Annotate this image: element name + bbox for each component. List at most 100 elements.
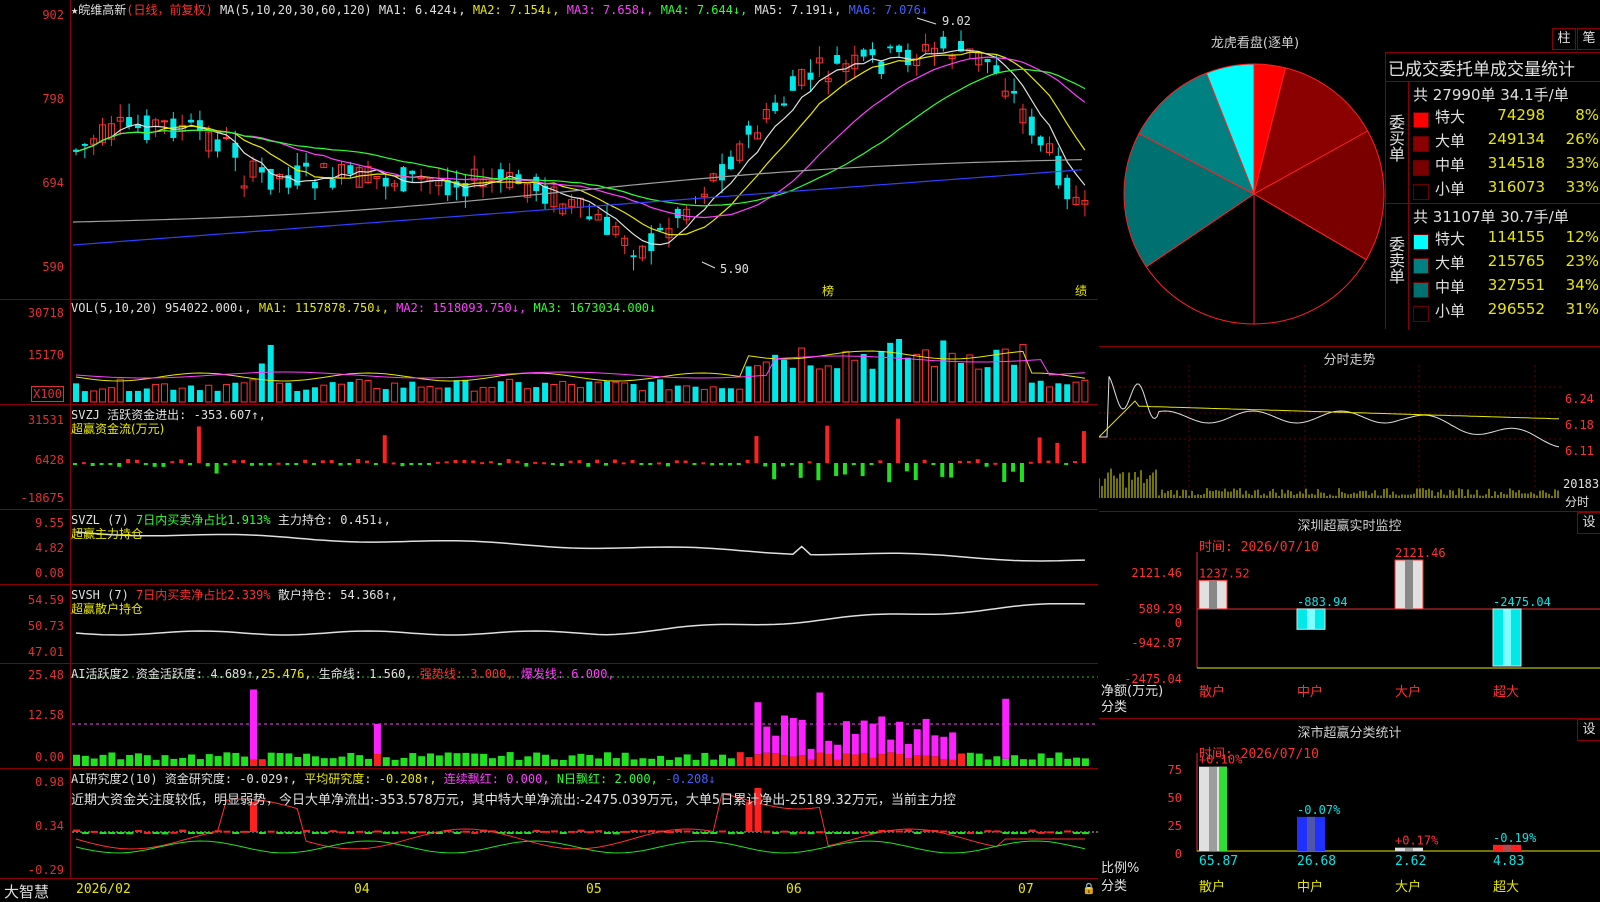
activity-bar — [435, 755, 443, 766]
fund-flow-bar — [418, 463, 423, 465]
fund-flow-bar — [524, 463, 529, 467]
svsh-pane[interactable]: 54.59 50.73 47.01 SVSH (7) 7日内买卖净占比2.339… — [0, 585, 1098, 664]
fund-flow-bar — [807, 461, 812, 464]
order-type-label: 小单 — [1435, 302, 1466, 320]
main-holding-line — [75, 531, 1085, 562]
candlestick-chart[interactable] — [0, 0, 1098, 299]
research-bar — [612, 832, 620, 835]
activity-bar — [958, 753, 965, 766]
fund-flow-bar — [949, 463, 954, 478]
research-bar — [303, 830, 311, 833]
fund-flow-bar — [90, 463, 95, 466]
activity-bar — [391, 759, 399, 766]
fund-flow-bar — [108, 463, 113, 465]
activity-bar — [763, 752, 771, 766]
date-label: 06 — [786, 882, 802, 897]
cls-xlabel: 分类 — [1101, 879, 1128, 894]
activity-bar — [462, 752, 470, 766]
activity-bar — [807, 759, 815, 766]
order-percent: 34% — [1565, 276, 1599, 294]
volume-bar — [205, 384, 213, 403]
fund-flow-bar — [117, 463, 122, 467]
candle-body — [161, 120, 168, 123]
intraday-axis-label: 6.11 — [1565, 444, 1594, 458]
ai-activity-pane[interactable]: 25.48 12.58 0.00 AI活跃度2 资金活跃度: 4.689↑,25… — [0, 664, 1098, 769]
research-bar — [834, 832, 842, 834]
research-bar — [409, 832, 417, 834]
fund-flow-bar — [1081, 431, 1086, 463]
candle-body — [727, 156, 734, 170]
volume-bar — [753, 365, 761, 403]
tick-mode-button[interactable]: 笔 — [1577, 28, 1600, 50]
research-bar — [311, 832, 319, 834]
ai-research-pane[interactable]: 0.98 0.34 -0.29 AI研究度2(10) 资金研究度: -0.029… — [0, 769, 1098, 877]
fund-flow-bar — [639, 463, 644, 465]
volume-pane[interactable]: 30718 15170 X100 VOL(5,10,20) 954022.000… — [0, 300, 1098, 405]
research-bar — [294, 832, 302, 834]
order-pie-chart — [1123, 63, 1385, 325]
ai1-lifeline: 生命线: 1.560, — [318, 667, 413, 681]
fund-flow-bar — [1073, 460, 1078, 463]
volume-bar — [542, 382, 549, 402]
kline-pane[interactable]: 902 798 694 590 ★皖维高新(日线，前复权) MA(5,10,20… — [0, 0, 1098, 300]
order-row: 大单 215765 23% — [1409, 252, 1600, 276]
research-bar — [329, 830, 337, 833]
candle-body — [781, 103, 787, 106]
activity-bar-top — [807, 748, 815, 760]
activity-bar — [471, 753, 479, 766]
volume-bar — [382, 389, 389, 402]
buy-vertical-label: 委买单 — [1386, 114, 1405, 162]
earnings-tag[interactable]: 绩 — [1075, 282, 1087, 299]
volume-bar — [736, 388, 744, 403]
volume-bar — [240, 382, 248, 403]
activity-bar — [294, 756, 302, 766]
research-bar — [179, 829, 187, 832]
fund-flow-bar — [542, 462, 547, 465]
fund-flow-bar — [595, 459, 600, 463]
svzl-pane[interactable]: 9.55 4.82 0.08 SVZL (7) 7日内买卖净占比1.913% 主… — [0, 510, 1098, 585]
candle-body — [81, 143, 88, 146]
fund-flow-bar — [179, 459, 184, 463]
fund-flow-bar — [710, 463, 715, 466]
candle-body — [267, 168, 274, 190]
order-row: 大单 249134 26% — [1409, 130, 1600, 154]
fund-flow-bar — [1019, 463, 1024, 482]
candle-body — [719, 164, 726, 181]
fund-flow-bar — [365, 460, 370, 463]
lock-icon[interactable]: 🔒 — [1082, 882, 1096, 895]
fund-flow-bar — [851, 463, 856, 465]
research-bar — [550, 830, 558, 833]
research-bar — [842, 832, 850, 834]
fund-flow-bar — [338, 463, 343, 466]
activity-bar — [550, 759, 558, 766]
volume-bar — [488, 386, 496, 403]
candle-body — [878, 61, 885, 75]
candle-body — [222, 137, 230, 140]
volume-bar — [648, 381, 655, 402]
volume-bar — [178, 387, 186, 403]
activity-bar — [568, 755, 576, 766]
activity-bar-top — [949, 732, 957, 760]
research-bar — [949, 832, 957, 834]
fund-flow-bar — [320, 460, 325, 463]
fund-flow-bar — [506, 459, 511, 463]
rank-tag[interactable]: 榜 — [822, 282, 834, 299]
activity-bar — [754, 754, 762, 766]
volume-bar — [90, 390, 98, 403]
volume-bar — [745, 366, 752, 402]
svzj-pane[interactable]: 31531 6428 -18675 SVZJ 活跃资金进出: -353.607↑… — [0, 405, 1098, 510]
bar-mode-button[interactable]: 柱 — [1552, 28, 1576, 50]
intraday-panel[interactable]: 分时走势 6.24 6.18 6.11 20183 分时 — [1099, 347, 1600, 512]
date-label: 07 — [1018, 882, 1034, 897]
order-value: 114155 — [1487, 228, 1545, 246]
cls-axis-label: 25 — [1167, 819, 1182, 833]
volume-bar — [196, 390, 203, 402]
candle-body — [1011, 91, 1018, 94]
order-row: 特大 74298 8% — [1409, 106, 1600, 130]
research-bar — [798, 831, 806, 834]
activity-bar — [126, 754, 134, 766]
activity-bar-top — [860, 720, 868, 753]
volume-bar — [692, 386, 699, 402]
research-bar — [975, 832, 983, 834]
activity-bar-top — [772, 735, 780, 754]
